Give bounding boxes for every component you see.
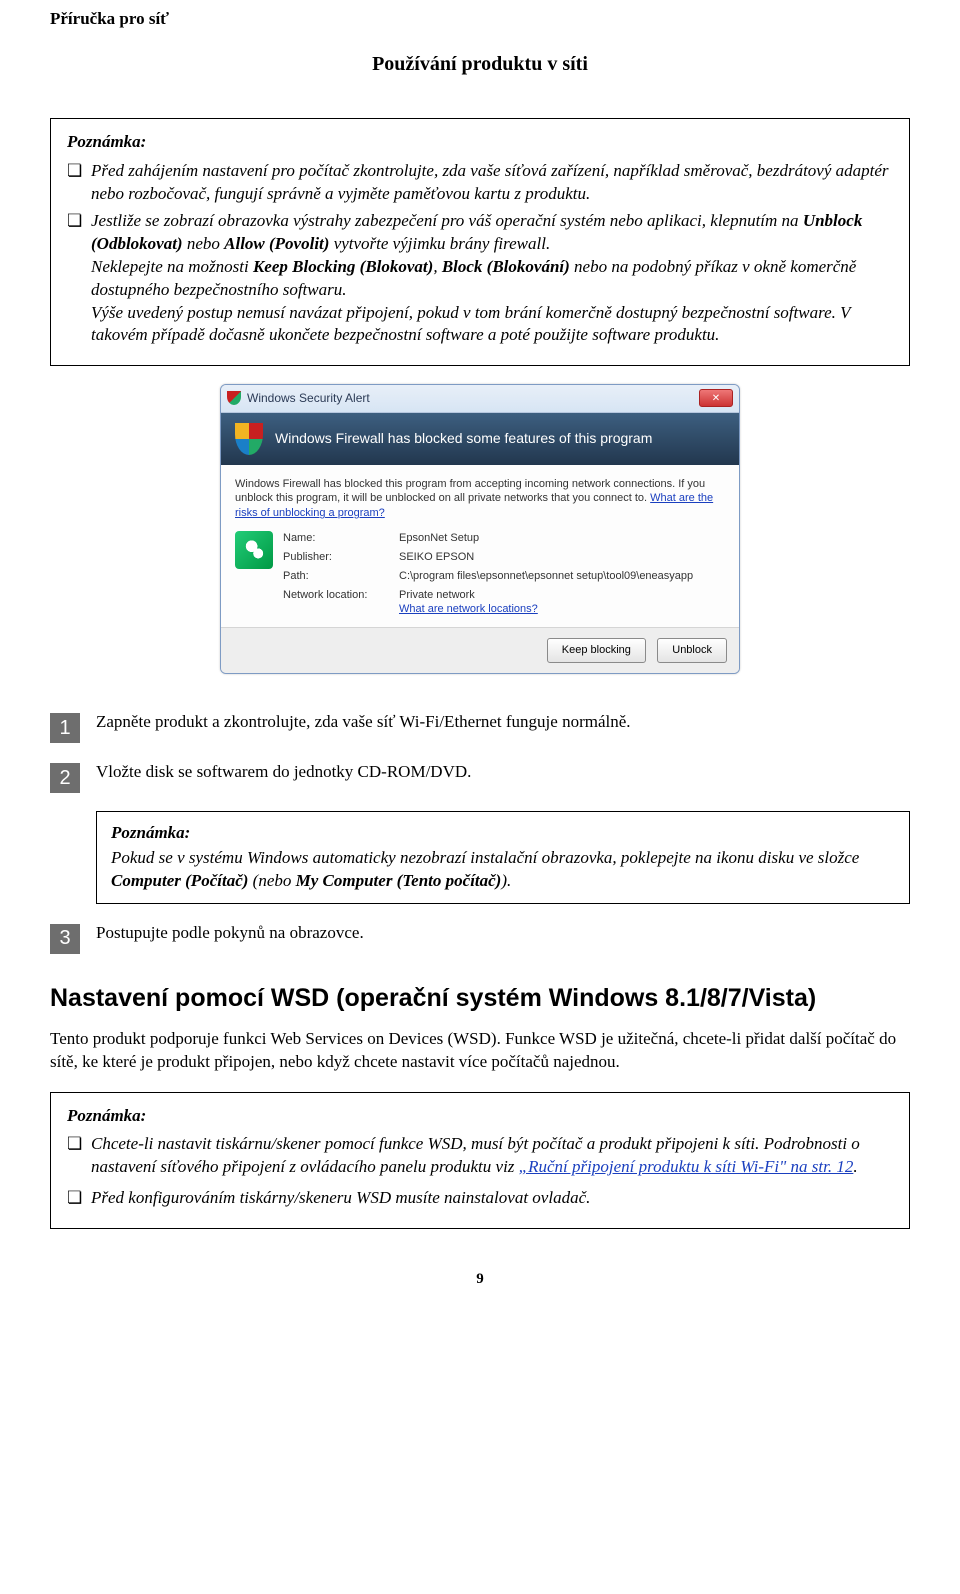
value-path: C:\program files\epsonnet\epsonnet setup… — [399, 569, 693, 584]
value-publisher: SEIKO EPSON — [399, 550, 693, 565]
step-3: 3 Postupujte podle pokynů na obrazovce. — [50, 922, 910, 954]
page-number: 9 — [50, 1269, 910, 1289]
step-2: 2 Vložte disk se softwarem do jednotky C… — [50, 761, 910, 793]
bullet-icon: ❏ — [67, 160, 91, 206]
dialog-description: Windows Firewall has blocked this progra… — [235, 477, 725, 522]
network-locations-link[interactable]: What are network locations? — [399, 603, 538, 615]
value-network-location: Private network What are network locatio… — [399, 588, 693, 618]
note-item: ❏ Před konfigurováním tiskárny/skeneru W… — [67, 1187, 893, 1210]
dialog-footer: Keep blocking Unblock — [221, 628, 739, 673]
note-text: Chcete-li nastavit tiskárnu/skener pomoc… — [91, 1133, 893, 1179]
doc-title: Příručka pro síť — [50, 0, 910, 31]
step-text: Zapněte produkt a zkontrolujte, zda vaše… — [96, 711, 910, 734]
note-text: Před konfigurováním tiskárny/skeneru WSD… — [91, 1187, 893, 1210]
step-2-note: Poznámka: Pokud se v systému Windows aut… — [96, 811, 910, 904]
dialog-titlebar: Windows Security Alert ✕ — [221, 385, 739, 412]
step-number: 2 — [50, 763, 80, 793]
wsd-paragraph: Tento produkt podporuje funkci Web Servi… — [50, 1028, 910, 1074]
note-box-1: Poznámka: ❏ Před zahájením nastavení pro… — [50, 118, 910, 366]
step-text: Postupujte podle pokynů na obrazovce. — [96, 922, 910, 945]
bullet-icon: ❏ — [67, 1187, 91, 1210]
shield-icon — [227, 391, 241, 405]
app-icon — [235, 531, 273, 569]
note-text: Před zahájením nastavení pro počítač zko… — [91, 160, 893, 206]
step-number: 1 — [50, 713, 80, 743]
label-path: Path: — [283, 569, 393, 584]
note-item: ❏ Jestliže se zobrazí obrazovka výstrahy… — [67, 210, 893, 348]
windows-security-alert-dialog: Windows Security Alert ✕ Windows Firewal… — [220, 384, 740, 674]
note-title: Poznámka: — [111, 822, 895, 845]
dialog-body: Windows Firewall has blocked this progra… — [221, 465, 739, 629]
shield-icon — [235, 423, 263, 455]
wsd-heading: Nastavení pomocí WSD (operační systém Wi… — [50, 982, 910, 1016]
dialog-info: Name: EpsonNet Setup Publisher: SEIKO EP… — [235, 531, 725, 617]
section-header: Používání produktu v síti — [50, 51, 910, 78]
step-number: 3 — [50, 924, 80, 954]
banner-text: Windows Firewall has blocked some featur… — [275, 429, 652, 448]
step-1: 1 Zapněte produkt a zkontrolujte, zda va… — [50, 711, 910, 743]
note-title: Poznámka: — [67, 1105, 893, 1128]
label-name: Name: — [283, 531, 393, 546]
dialog-figure: Windows Security Alert ✕ Windows Firewal… — [50, 384, 910, 681]
dialog-kv-grid: Name: EpsonNet Setup Publisher: SEIKO EP… — [283, 531, 693, 617]
note-item: ❏ Před zahájením nastavení pro počítač z… — [67, 160, 893, 206]
bullet-icon: ❏ — [67, 210, 91, 348]
dialog-title: Windows Security Alert — [247, 390, 370, 406]
close-button[interactable]: ✕ — [699, 389, 733, 407]
keep-blocking-button[interactable]: Keep blocking — [547, 638, 646, 663]
note-text: Pokud se v systému Windows automaticky n… — [111, 847, 895, 893]
manual-connection-link[interactable]: „Ruční připojení produktu k síti Wi-Fi" … — [519, 1157, 854, 1176]
note-title: Poznámka: — [67, 131, 893, 154]
note-text: Jestliže se zobrazí obrazovka výstrahy z… — [91, 210, 893, 348]
bullet-icon: ❏ — [67, 1133, 91, 1179]
unblock-button[interactable]: Unblock — [657, 638, 727, 663]
note-box-2: Poznámka: ❏ Chcete-li nastavit tiskárnu/… — [50, 1092, 910, 1230]
note-item: ❏ Chcete-li nastavit tiskárnu/skener pom… — [67, 1133, 893, 1179]
label-network-location: Network location: — [283, 588, 393, 618]
label-publisher: Publisher: — [283, 550, 393, 565]
step-text: Vložte disk se softwarem do jednotky CD-… — [96, 761, 910, 784]
value-name: EpsonNet Setup — [399, 531, 693, 546]
dialog-banner: Windows Firewall has blocked some featur… — [221, 413, 739, 465]
